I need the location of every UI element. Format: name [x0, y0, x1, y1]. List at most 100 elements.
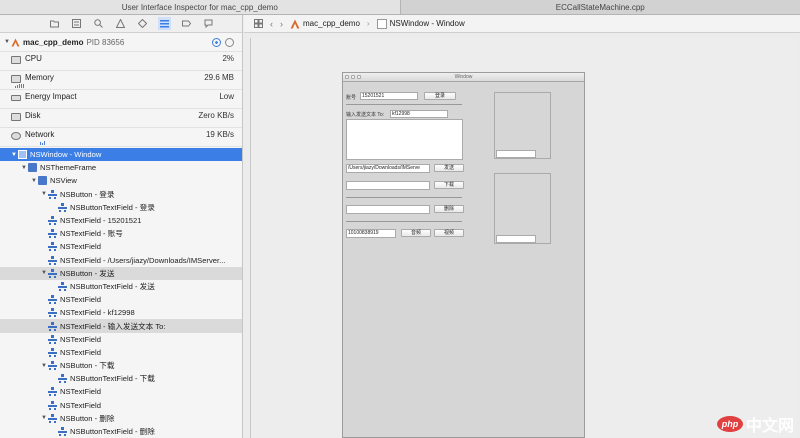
disclosure-triangle-icon[interactable]: ▼ [10, 152, 18, 158]
disclosure-triangle-icon[interactable]: ▼ [40, 270, 48, 276]
back-arrow-icon[interactable]: ‹ [270, 19, 273, 29]
video-preview-top[interactable] [494, 92, 551, 159]
disclosure-triangle-icon[interactable]: ▼ [40, 415, 48, 421]
gauge-disk[interactable]: Disk Zero KB/s [0, 109, 242, 128]
gauge-energy[interactable]: Energy Impact Low [0, 90, 242, 109]
control-icon [48, 413, 57, 423]
tree-node[interactable]: NSTextField [0, 240, 242, 253]
gauge-label: Memory [25, 73, 54, 82]
control-icon [48, 268, 57, 278]
tree-node[interactable]: ▼ NSButton - 删除 [0, 412, 242, 425]
tree-node[interactable]: ▼ NSWindow - Window [0, 148, 242, 162]
tree-node[interactable]: ▼ NSButton - 下载 [0, 359, 242, 372]
search-icon[interactable] [94, 19, 103, 28]
cpu-icon [11, 56, 21, 64]
download-field[interactable] [346, 181, 430, 190]
send-to-field[interactable]: kf12998 [390, 110, 448, 118]
process-row[interactable]: ▼ mac_cpp_demo PID 83656 [0, 33, 242, 52]
tree-node[interactable]: NSTextField [0, 293, 242, 306]
account-field[interactable]: 15201521 [360, 92, 418, 100]
control-icon [48, 347, 57, 357]
tree-node[interactable]: NSTextField - 账号 [0, 227, 242, 240]
tree-node[interactable]: NSButtonTextField - 发送 [0, 280, 242, 293]
control-icon [58, 202, 67, 212]
disclosure-triangle-icon[interactable]: ▼ [30, 178, 38, 184]
control-icon [58, 427, 67, 437]
jumpbar-app-label: mac_cpp_demo [303, 19, 360, 28]
forward-arrow-icon[interactable]: › [280, 19, 283, 29]
download-button[interactable]: 下载 [434, 181, 464, 189]
tree-node-label: NSButton - 发送 [60, 268, 115, 278]
tree-node[interactable]: ▼ NSButton - 发送 [0, 266, 242, 280]
separator [346, 197, 462, 198]
path-field[interactable]: /Users/jiazy/Downloads/IMServe [346, 164, 430, 173]
tree-scrollbar[interactable] [237, 148, 242, 438]
tree-node[interactable]: NSTextField [0, 333, 242, 346]
delete-button[interactable]: 删除 [434, 205, 464, 213]
login-button[interactable]: 登录 [424, 92, 456, 100]
jumpbar-app[interactable]: mac_cpp_demo [290, 19, 360, 29]
gauge-label: Disk [25, 111, 41, 120]
separator [346, 104, 462, 105]
breakpoint-icon[interactable] [182, 19, 191, 28]
tree-node[interactable]: NSButtonTextField - 删除 [0, 425, 242, 438]
tree-node[interactable]: NSTextField [0, 346, 242, 359]
control-icon [48, 334, 57, 344]
tree-node[interactable]: NSTextField - 输入发送文本 To: [0, 319, 242, 333]
tree-node-label: NSThemeFrame [40, 163, 97, 173]
control-icon [48, 189, 57, 199]
report-icon[interactable] [204, 19, 213, 28]
debug-icon[interactable] [158, 17, 171, 30]
control-icon [48, 295, 57, 305]
tree-node[interactable]: NSTextField - /Users/jiazy/Downloads/IMS… [0, 254, 242, 267]
battery-icon [11, 95, 21, 101]
gauge-value: 2% [222, 54, 234, 63]
message-textarea[interactable] [346, 119, 463, 160]
memory-sparkline [15, 84, 60, 88]
tree-node-label: NSTextField - /Users/jiazy/Downloads/IMS… [60, 255, 226, 265]
symbol-icon[interactable] [72, 19, 81, 28]
disclosure-triangle-icon[interactable]: ▼ [40, 191, 48, 197]
process-name: mac_cpp_demo [23, 37, 84, 47]
process-options-icon[interactable] [225, 37, 234, 47]
delete-field[interactable] [346, 205, 430, 214]
disclosure-triangle-icon[interactable]: ▼ [40, 363, 48, 369]
preview-bottom-field[interactable] [496, 235, 536, 243]
tree-node[interactable]: ▼ NSView [0, 174, 242, 187]
test-icon[interactable] [138, 19, 147, 28]
gauge-cpu[interactable]: CPU 2% [0, 52, 242, 71]
send-button[interactable]: 发送 [434, 164, 464, 172]
tab-eccallstatemachine[interactable]: ECCallStateMachine.cpp [401, 0, 800, 14]
warning-icon[interactable] [116, 19, 125, 28]
account-label: 账号 [346, 95, 357, 101]
video-button[interactable]: 视频 [434, 229, 464, 237]
gauge-network[interactable]: Network 19 KB/s [0, 128, 242, 147]
gauge-toggle-icon[interactable] [212, 37, 221, 47]
tree-node[interactable]: NSButtonTextField - 登录 [0, 201, 242, 214]
tree-node[interactable]: ▼ NSButton - 登录 [0, 188, 242, 201]
view-icon [38, 176, 47, 186]
tree-node[interactable]: NSTextField [0, 385, 242, 398]
disclosure-triangle-icon[interactable]: ▼ [20, 165, 28, 171]
jumpbar-window[interactable]: NSWindow - Window [376, 18, 465, 29]
tree-node-label: NSTextField - 15201521 [60, 216, 142, 226]
disclosure-triangle-icon[interactable]: ▼ [4, 39, 11, 45]
number-field[interactable]: 10100838919 [346, 229, 396, 238]
preview-top-field[interactable] [496, 150, 536, 158]
tab-ui-inspector[interactable]: User Interface Inspector for mac_cpp_dem… [0, 0, 401, 14]
folder-icon[interactable] [50, 19, 59, 28]
audio-button[interactable]: 音频 [401, 229, 431, 237]
tree-node[interactable]: NSButtonTextField - 下载 [0, 372, 242, 385]
tree-node-label: NSWindow - Window [30, 150, 102, 160]
tree-node-label: NSView [50, 176, 77, 186]
network-icon [11, 132, 21, 140]
gauge-memory[interactable]: Memory 29.6 MB [0, 71, 242, 90]
tree-node[interactable]: ▼ NSThemeFrame [0, 161, 242, 174]
tree-node[interactable]: NSTextField - kf12998 [0, 306, 242, 319]
tree-node[interactable]: NSTextField - 15201521 [0, 214, 242, 227]
tree-node-label: NSButtonTextField - 删除 [70, 427, 155, 437]
related-items-icon[interactable] [254, 19, 263, 28]
video-preview-bottom[interactable] [494, 173, 551, 244]
tree-node[interactable]: NSTextField [0, 399, 242, 412]
watermark-text: 中文网 [745, 418, 794, 435]
